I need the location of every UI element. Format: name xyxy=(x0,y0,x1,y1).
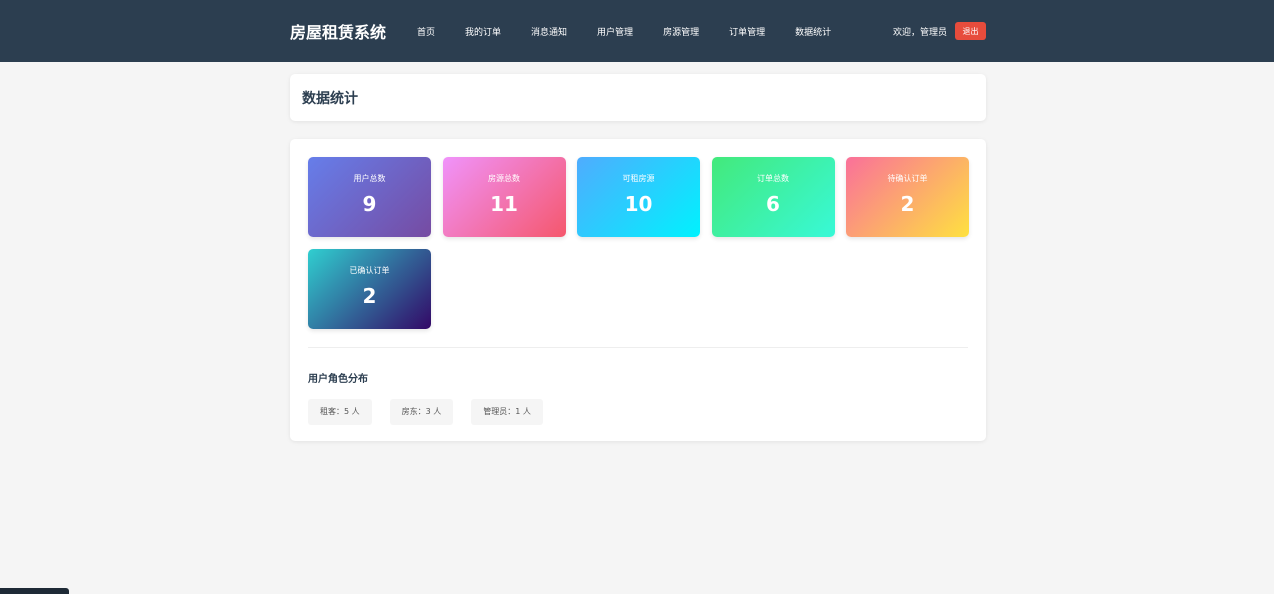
nav-link-order-management[interactable]: 订单管理 xyxy=(729,25,765,38)
nav-link-notifications[interactable]: 消息通知 xyxy=(531,25,567,38)
page-title: 数据统计 xyxy=(302,90,358,107)
stat-label: 用户总数 xyxy=(353,174,386,183)
browser-status-bar xyxy=(0,588,69,594)
stat-label: 已确认订单 xyxy=(349,266,390,275)
nav-link-user-management[interactable]: 用户管理 xyxy=(597,25,633,38)
statistics-card: 用户总数 9 房源总数 11 可租房源 10 订单总数 6 待确认订单 2 已确… xyxy=(290,139,986,441)
nav-link-home[interactable]: 首页 xyxy=(417,25,435,38)
logout-button[interactable]: 退出 xyxy=(955,22,986,40)
role-chip-admin: 管理员：1 人 xyxy=(471,399,543,425)
nav-link-statistics[interactable]: 数据统计 xyxy=(795,25,831,38)
role-chip-tenant: 租客：5 人 xyxy=(308,399,372,425)
role-chip-landlord: 房东：3 人 xyxy=(389,399,454,425)
stat-value: 10 xyxy=(624,192,653,216)
role-distribution-list: 租客：5 人 房东：3 人 管理员：1 人 xyxy=(308,399,968,425)
nav-link-my-orders[interactable]: 我的订单 xyxy=(465,25,501,38)
page-title-card: 数据统计 xyxy=(290,74,986,121)
stat-grid: 用户总数 9 房源总数 11 可租房源 10 订单总数 6 待确认订单 2 已确… xyxy=(308,157,969,329)
stat-value: 6 xyxy=(766,192,780,216)
stat-label: 订单总数 xyxy=(757,174,789,183)
top-navbar: 房屋租赁系统 首页 我的订单 消息通知 用户管理 房源管理 订单管理 数据统计 … xyxy=(0,0,1274,62)
stat-value: 9 xyxy=(362,192,377,216)
stat-card-confirmed-orders: 已确认订单 2 xyxy=(308,249,431,329)
user-area: 欢迎，管理员 退出 xyxy=(893,22,986,40)
section-divider xyxy=(308,347,968,348)
stat-card-available-properties: 可租房源 10 xyxy=(577,157,700,237)
welcome-text: 欢迎，管理员 xyxy=(892,27,947,38)
nav-link-property-management[interactable]: 房源管理 xyxy=(663,25,699,38)
stat-value: 2 xyxy=(362,284,377,308)
stat-value: 2 xyxy=(900,192,915,216)
navbar-inner: 房屋租赁系统 首页 我的订单 消息通知 用户管理 房源管理 订单管理 数据统计 … xyxy=(290,0,986,62)
stat-card-total-users: 用户总数 9 xyxy=(308,157,431,237)
stat-card-total-properties: 房源总数 11 xyxy=(442,157,566,237)
stat-label: 可租房源 xyxy=(622,174,655,183)
stat-card-pending-orders: 待确认订单 2 xyxy=(846,157,969,237)
stat-label: 待确认订单 xyxy=(887,174,928,183)
role-distribution-title: 用户角色分布 xyxy=(308,374,368,385)
nav-links: 首页 我的订单 消息通知 用户管理 房源管理 订单管理 数据统计 xyxy=(417,25,831,38)
brand-title[interactable]: 房屋租赁系统 xyxy=(290,19,417,43)
stat-card-total-orders: 订单总数 6 xyxy=(711,157,835,237)
main-content: 数据统计 用户总数 9 房源总数 11 可租房源 10 订单总数 6 待确认订单… xyxy=(290,74,986,441)
stat-label: 房源总数 xyxy=(488,174,520,183)
stat-value: 11 xyxy=(490,192,518,216)
